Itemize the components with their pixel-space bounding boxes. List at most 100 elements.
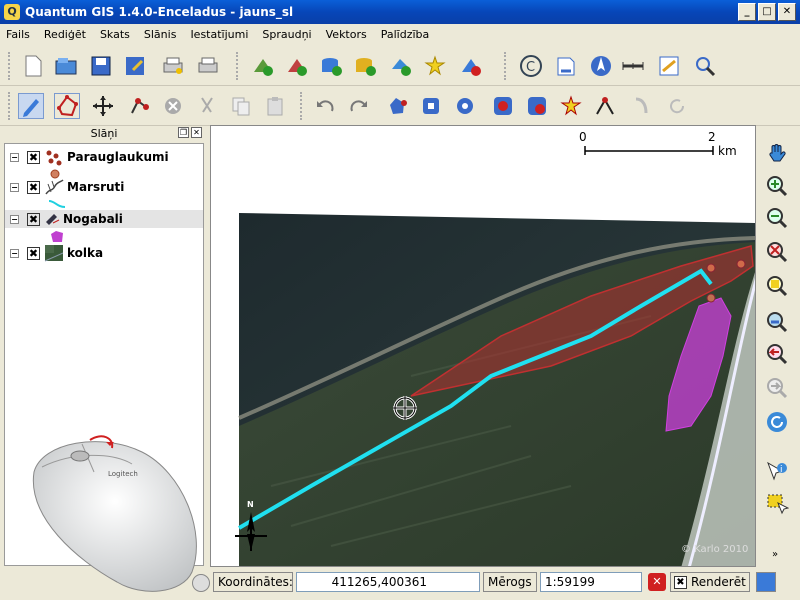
pan-hand-icon[interactable] [764, 141, 790, 167]
scale-field[interactable]: 1:59199 [540, 572, 642, 592]
add-ring-icon[interactable] [418, 93, 444, 119]
toolbar-grip[interactable] [236, 52, 239, 80]
menu-slanis[interactable]: Slānis [144, 28, 177, 41]
print-composer-icon[interactable] [160, 53, 186, 79]
layer-item-selected[interactable]: − ✖ Nogabali [5, 210, 203, 228]
move-feature-icon[interactable] [90, 93, 116, 119]
toolbar-grip[interactable] [8, 52, 11, 80]
toolbar-grip[interactable] [8, 92, 11, 120]
minimize-button[interactable]: _ [738, 3, 756, 21]
capture-polygon-icon[interactable] [54, 93, 80, 119]
collapse-icon[interactable]: − [10, 248, 19, 258]
maximize-button[interactable]: □ [758, 3, 776, 21]
paste-features-icon[interactable] [262, 93, 288, 119]
render-toggle[interactable]: ✖ Renderēt [670, 572, 750, 592]
layer-visibility-checkbox[interactable]: ✖ [27, 180, 40, 194]
zoom-to-layer-icon[interactable] [764, 309, 790, 335]
toggle-editing-icon[interactable] [18, 93, 44, 119]
save-project-icon[interactable] [88, 53, 114, 79]
simplify-feature-icon[interactable] [384, 93, 410, 119]
add-island-icon[interactable] [452, 93, 478, 119]
title-bar: Q Quantum GIS 1.4.0-Enceladus - jauns_sl… [0, 0, 800, 24]
layer-item[interactable]: − ✖ Marsruti [5, 178, 203, 196]
coordinates-field[interactable]: 411265,400361 [296, 572, 480, 592]
copyright-label: © Karlo 2010 [681, 544, 749, 555]
stop-render-button[interactable]: ✕ [648, 573, 666, 591]
collapse-icon[interactable]: − [10, 182, 19, 192]
new-vector-layer-icon[interactable] [422, 53, 448, 79]
menu-iestatijumi[interactable]: Iestatījumi [190, 28, 248, 41]
menu-spraudni[interactable]: Spraudņi [262, 28, 311, 41]
layer-name: Parauglaukumi [67, 150, 169, 164]
zoom-in-icon[interactable] [764, 173, 790, 199]
zoom-next-icon[interactable] [764, 375, 790, 401]
split-features-icon[interactable] [592, 93, 618, 119]
menu-bar: Fails Rediģēt Skats Slānis Iestatījumi S… [0, 24, 800, 44]
menu-skats[interactable]: Skats [100, 28, 130, 41]
remove-layer-icon[interactable] [458, 53, 484, 79]
delete-ring-icon[interactable] [490, 93, 516, 119]
svg-text:C: C [526, 60, 535, 75]
toolbar-overflow-icon[interactable]: » [772, 549, 778, 560]
plugin-search-icon[interactable] [692, 53, 718, 79]
line-layer-icon [45, 179, 64, 195]
toolbar-grip[interactable] [300, 92, 303, 120]
save-as-icon[interactable] [122, 53, 148, 79]
zoom-full-icon[interactable] [764, 239, 790, 265]
float-panel-icon[interactable]: ❐ [178, 127, 189, 138]
copyright-label-icon[interactable]: C [518, 53, 544, 79]
add-vector-layer-icon[interactable] [250, 53, 276, 79]
toolbar-grip[interactable] [504, 52, 507, 80]
layer-visibility-checkbox[interactable]: ✖ [27, 150, 40, 164]
zoom-last-icon[interactable] [764, 341, 790, 367]
collapse-icon[interactable]: − [10, 214, 19, 224]
menu-palidziba[interactable]: Palīdzība [381, 28, 430, 41]
close-panel-icon[interactable]: ✕ [191, 127, 202, 138]
print-icon[interactable] [195, 53, 221, 79]
svg-text:i: i [780, 465, 783, 475]
toolbar-digitizing [0, 86, 800, 126]
render-checkbox[interactable]: ✖ [674, 575, 687, 589]
add-wms-layer-icon[interactable] [388, 53, 414, 79]
zoom-to-selection-icon[interactable] [764, 273, 790, 299]
projection-icon[interactable] [756, 572, 776, 592]
north-arrow-icon[interactable] [588, 53, 614, 79]
copy-features-icon[interactable] [228, 93, 254, 119]
menu-rediget[interactable]: Rediģēt [44, 28, 86, 41]
add-spatialite-layer-icon[interactable] [352, 53, 378, 79]
identify-features-icon[interactable]: i [764, 459, 790, 485]
zoom-out-icon[interactable] [764, 205, 790, 231]
map-canvas[interactable]: 0 2 km N © Karlo 2010 [210, 125, 756, 567]
layer-visibility-checkbox[interactable]: ✖ [27, 246, 40, 260]
add-postgis-layer-icon[interactable] [318, 53, 344, 79]
layer-item[interactable]: − ✖ kolka [5, 244, 203, 262]
undo-icon[interactable] [312, 93, 338, 119]
close-button[interactable]: ✕ [778, 3, 796, 21]
edit-label-icon[interactable] [656, 53, 682, 79]
polygon-editing-icon [46, 214, 60, 225]
collapse-icon[interactable]: − [10, 152, 19, 162]
progress-icon [192, 574, 210, 592]
rotate-symbols-icon[interactable] [664, 93, 690, 119]
open-project-icon[interactable] [53, 53, 79, 79]
layer-item[interactable]: − ✖ Parauglaukumi [5, 148, 203, 166]
scalebar-end-label: 2 [708, 130, 716, 144]
select-features-icon[interactable] [764, 491, 790, 517]
reshape-feature-icon[interactable] [558, 93, 584, 119]
new-project-icon[interactable] [20, 53, 46, 79]
delete-selected-icon[interactable] [160, 93, 186, 119]
scale-line-icon[interactable] [620, 53, 646, 79]
qgis-app-icon: Q [4, 4, 20, 20]
layer-visibility-checkbox[interactable]: ✖ [27, 212, 40, 226]
merge-features-icon[interactable] [628, 93, 654, 119]
cut-features-icon[interactable] [194, 93, 220, 119]
refresh-icon[interactable] [764, 409, 790, 435]
node-tool-icon[interactable] [126, 93, 152, 119]
scale-bar-icon[interactable] [553, 53, 579, 79]
add-raster-layer-icon[interactable] [284, 53, 310, 79]
map-image [235, 146, 755, 566]
menu-fails[interactable]: Fails [6, 28, 30, 41]
delete-part-icon[interactable] [524, 93, 550, 119]
menu-vektors[interactable]: Vektors [326, 28, 367, 41]
redo-icon[interactable] [346, 93, 372, 119]
